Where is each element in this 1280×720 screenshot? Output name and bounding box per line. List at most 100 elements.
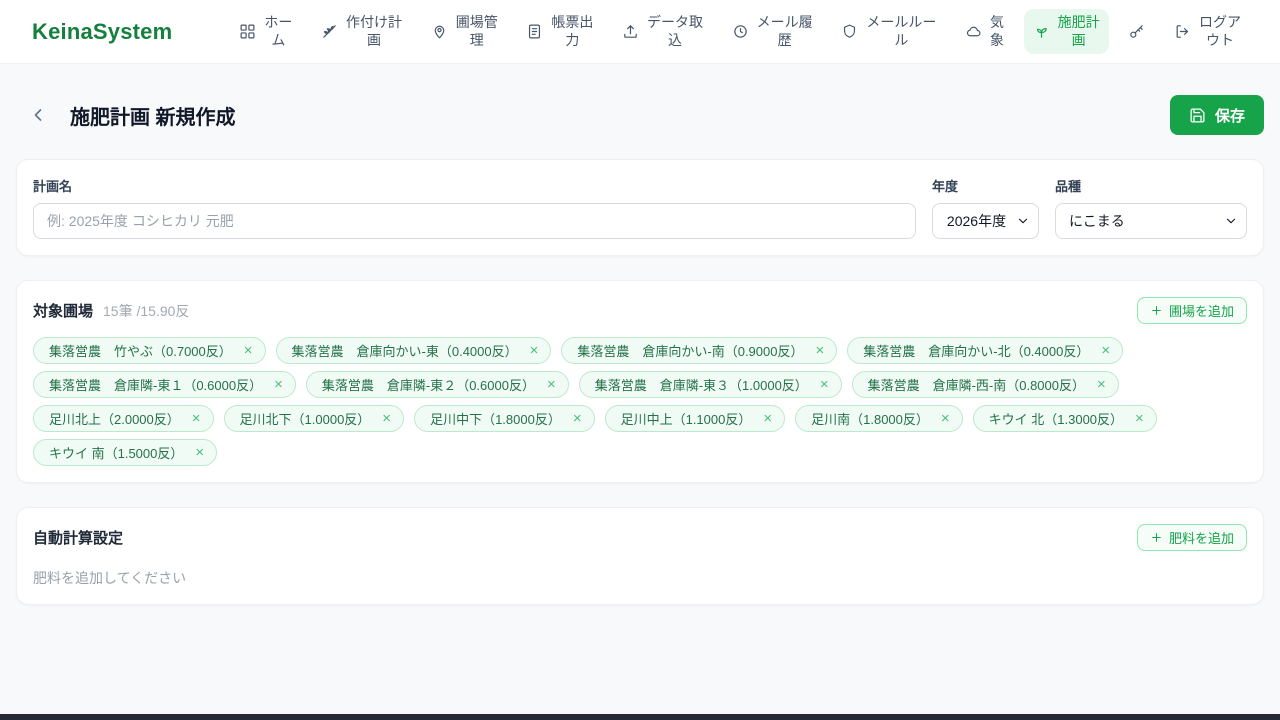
top-navigation: KeinaSystem ホー ム 作付け計 画 圃場管 理 帳票出 力 データ取… [0, 0, 1280, 64]
field-chip: 集落営農 倉庫向かい-東（0.4000反） × [275, 337, 552, 364]
year-label: 年度 [932, 179, 959, 194]
nav-item-weather[interactable]: 気 象 [956, 9, 1013, 55]
plan-name-label: 計画名 [33, 179, 73, 194]
field-chip: 足川中上（1.1000反） × [604, 405, 786, 432]
remove-field-icon[interactable]: × [940, 411, 951, 426]
remove-field-icon[interactable]: × [1134, 411, 1145, 426]
field-chip: キウイ 南（1.5000反） × [33, 439, 218, 466]
field-chip-label: 足川北下（1.0000反） [239, 412, 371, 427]
nav-item-mail-rules[interactable]: メールルー ル [832, 9, 945, 55]
nav-menu: ホー ム 作付け計 画 圃場管 理 帳票出 力 データ取 込 メール履 歴 メー… [230, 8, 1250, 55]
nav-item-label: 作付け計 画 [346, 13, 403, 48]
save-button-label: 保存 [1214, 107, 1245, 125]
key-icon [1130, 25, 1144, 38]
remove-field-icon[interactable]: × [191, 411, 202, 426]
field-chip: 集落営農 倉庫向かい-北（0.4000反） × [847, 337, 1124, 364]
nav-item-label: 施肥計 画 [1057, 13, 1100, 48]
remove-field-icon[interactable]: × [814, 343, 825, 358]
target-fields-card: 対象圃場 15筆 /15.90反 圃場を追加 集落営農 竹やぶ（0.7000反）… [16, 280, 1264, 483]
field-chip-label: 集落営農 倉庫隣-東３（1.0000反） [594, 378, 808, 393]
field-chip-label: 集落営農 倉庫向かい-北（0.4000反） [863, 344, 1090, 359]
remove-field-icon[interactable]: × [762, 411, 773, 426]
save-button[interactable]: 保存 [1169, 95, 1264, 135]
field-chip: 集落営農 竹やぶ（0.7000反） × [33, 337, 266, 364]
field-chip: 集落営農 倉庫隣-西-南（0.8000反） × [851, 371, 1119, 398]
plan-form-card: 計画名 年度 2026年度 品種 にこまる [16, 159, 1264, 256]
cloud-icon [966, 26, 981, 37]
add-field-button[interactable]: 圃場を追加 [1136, 297, 1247, 324]
remove-field-icon[interactable]: × [819, 377, 830, 392]
chevron-left-icon [34, 109, 42, 121]
year-select[interactable]: 2026年度 [932, 203, 1039, 239]
sprout-icon [1036, 27, 1047, 38]
field-chip-label: 集落営農 倉庫向かい-東（0.4000反） [291, 344, 518, 359]
nav-item-label: メール履 歴 [756, 13, 813, 48]
field-chip-label: 足川南（1.8000反） [811, 412, 929, 427]
nav-item-report-output[interactable]: 帳票出 力 [517, 9, 602, 55]
field-chip-list: 集落営農 竹やぶ（0.7000反） × 集落営農 倉庫向かい-東（0.4000反）… [33, 337, 1247, 466]
field-chip: 集落営農 倉庫隣-東１（0.6000反） × [33, 371, 296, 398]
nav-item-home[interactable]: ホー ム [230, 9, 301, 55]
nav-item-label: ログア ウト [1198, 13, 1241, 48]
nav-item-planting-plan[interactable]: 作付け計 画 [312, 9, 411, 55]
field-chip-label: 集落営農 倉庫隣-東２（0.6000反） [321, 378, 535, 393]
nav-item-logout[interactable]: ログア ウト [1165, 9, 1250, 55]
remove-field-icon[interactable]: × [381, 411, 392, 426]
remove-field-icon[interactable]: × [243, 343, 254, 358]
target-fields-title: 対象圃場 [33, 303, 94, 320]
field-chip: 足川北上（2.0000反） × [33, 405, 214, 432]
nav-item-password[interactable] [1119, 18, 1154, 45]
remove-field-icon[interactable]: × [529, 343, 540, 358]
field-chip: キウイ 北（1.3000反） × [972, 405, 1157, 432]
remove-field-icon[interactable]: × [273, 377, 284, 392]
remove-field-icon[interactable]: × [1100, 343, 1111, 358]
field-chip-label: 足川北上（2.0000反） [49, 412, 180, 427]
field-chip-label: 集落営農 竹やぶ（0.7000反） [49, 344, 232, 359]
nav-item-label: 気 象 [989, 13, 1004, 48]
shield-icon [844, 24, 856, 38]
remove-field-icon[interactable]: × [572, 411, 583, 426]
nav-item-label: 圃場管 理 [455, 13, 498, 48]
plus-icon [1152, 306, 1161, 315]
field-chip-label: キウイ 北（1.3000反） [988, 412, 1124, 427]
plus-icon [1152, 533, 1161, 542]
variety-label: 品種 [1055, 179, 1082, 194]
nav-item-data-import[interactable]: データ取 込 [613, 9, 712, 55]
field-chip-label: 集落営農 倉庫隣-西-南（0.8000反） [867, 378, 1085, 393]
remove-field-icon[interactable]: × [546, 377, 557, 392]
bottom-edge-bar [0, 714, 1280, 720]
remove-field-icon[interactable]: × [1096, 377, 1107, 392]
field-chip: 集落営農 倉庫向かい-南（0.9000反） × [561, 337, 838, 364]
add-field-label: 圃場を追加 [1168, 304, 1234, 319]
variety-select[interactable]: にこまる [1055, 203, 1247, 239]
field-chip: 足川南（1.8000反） × [795, 405, 963, 432]
add-fertilizer-button[interactable]: 肥料を追加 [1136, 524, 1247, 551]
nav-item-label: 帳票出 力 [551, 13, 594, 48]
wheat-icon [323, 25, 336, 38]
logout-icon [1176, 25, 1189, 38]
target-fields-count: 15筆 /15.90反 [103, 302, 190, 319]
field-chip-label: 集落営農 倉庫隣-東１（0.6000反） [49, 378, 263, 393]
auto-calc-card: 自動計算設定 肥料を追加 肥料を追加してください [16, 507, 1264, 605]
page-header: 施肥計画 新規作成 保存 [0, 64, 1280, 145]
field-chip-label: キウイ 南（1.5000反） [49, 446, 184, 461]
nav-item-label: メールルー ル [866, 13, 937, 48]
nav-item-field-management[interactable]: 圃場管 理 [422, 9, 507, 55]
history-clock-icon [733, 25, 747, 38]
field-chip: 足川中下（1.8000反） × [414, 405, 595, 432]
field-chip: 集落営農 倉庫隣-東２（0.6000反） × [305, 371, 569, 398]
remove-field-icon[interactable]: × [194, 445, 205, 460]
nav-item-label: ホー ム [264, 13, 293, 48]
add-fertilizer-label: 肥料を追加 [1168, 531, 1234, 546]
nav-item-fertilization-plan[interactable]: 施肥計 画 [1023, 8, 1109, 55]
nav-item-mail-history[interactable]: メール履 歴 [723, 9, 822, 55]
field-chip-label: 足川中下（1.8000反） [430, 412, 561, 427]
grid-icon [240, 24, 255, 39]
back-button[interactable] [26, 103, 50, 127]
field-chip: 集落営農 倉庫隣-東３（1.0000反） × [578, 371, 842, 398]
plan-name-input[interactable] [33, 203, 916, 239]
field-chip: 足川北下（1.0000反） × [223, 405, 405, 432]
page-title: 施肥計画 新規作成 [70, 106, 236, 129]
auto-calc-title: 自動計算設定 [33, 530, 124, 547]
field-chip-label: 集落営農 倉庫向かい-南（0.9000反） [577, 344, 804, 359]
